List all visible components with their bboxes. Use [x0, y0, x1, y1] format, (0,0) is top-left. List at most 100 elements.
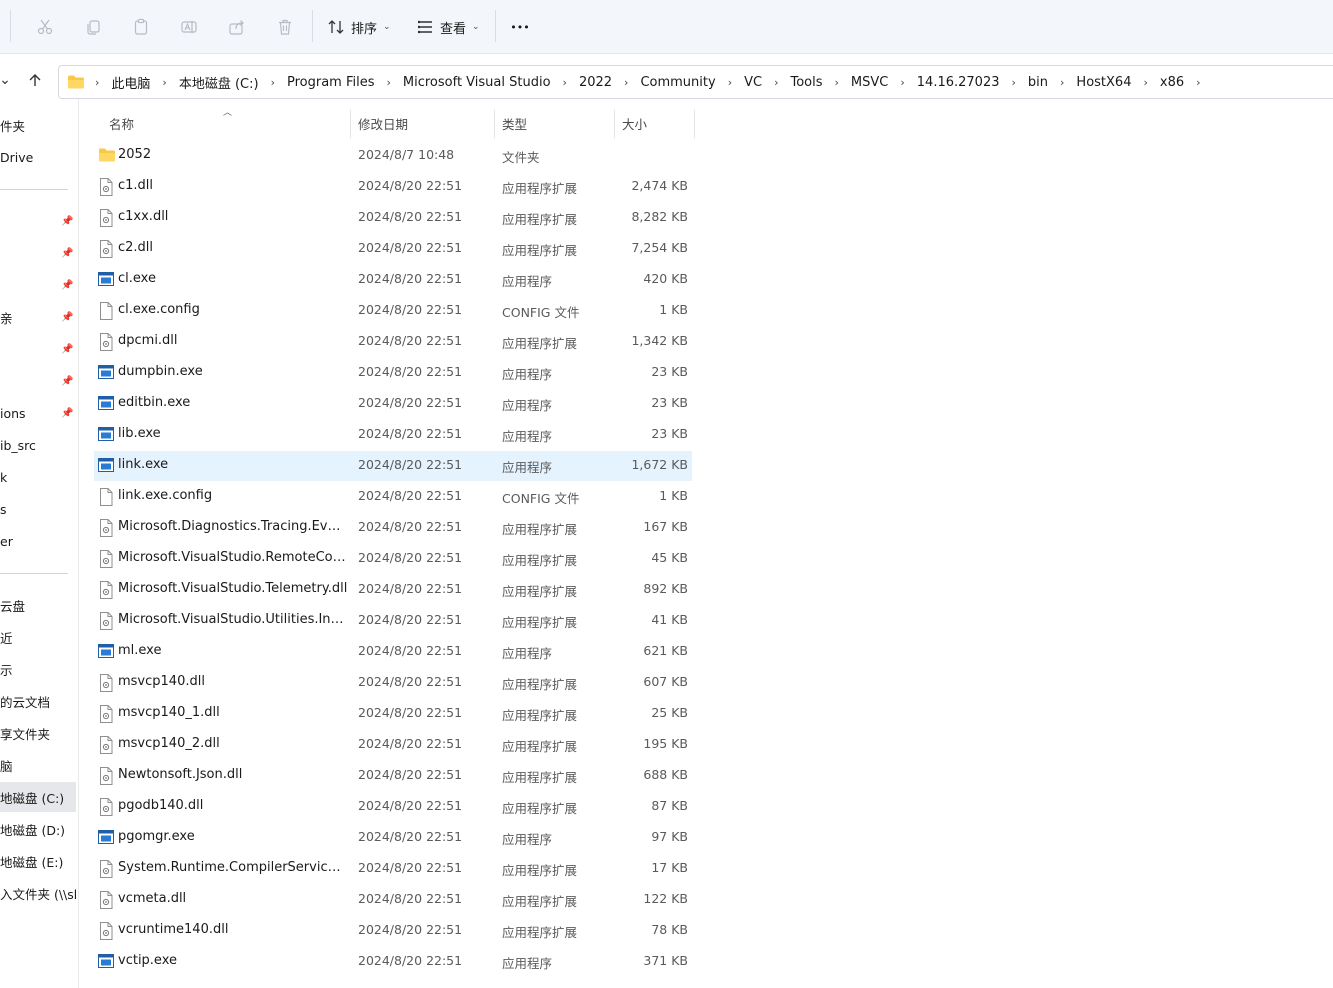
breadcrumb-item[interactable]: MSVC [851, 75, 888, 90]
pin-icon[interactable]: 📌 [61, 280, 73, 291]
breadcrumb-item[interactable]: Tools [790, 75, 822, 90]
breadcrumb-item[interactable]: Program Files [287, 75, 375, 90]
breadcrumb-chevron-icon[interactable]: › [612, 76, 640, 89]
copy-button[interactable] [80, 14, 106, 40]
view-button[interactable]: 查看 ⌄ [416, 14, 480, 40]
file-row[interactable]: editbin.exe 2024/8/20 22:51 应用程序 23 KB [94, 389, 692, 419]
file-row[interactable]: vcruntime140.dll 2024/8/20 22:51 应用程序扩展 78 … [94, 916, 692, 946]
breadcrumb-item[interactable]: HostX64 [1076, 75, 1131, 90]
breadcrumb-chevron-icon[interactable]: › [150, 76, 178, 89]
sidebar-item-drive-c[interactable]: 地磁盘 (C:) [0, 782, 76, 812]
file-row[interactable]: vctip.exe 2024/8/20 22:51 应用程序 371 KB [94, 947, 692, 977]
sidebar-item[interactable]: er [0, 526, 76, 556]
breadcrumb-item[interactable]: Microsoft Visual Studio [403, 75, 551, 90]
file-row[interactable]: 2052 2024/8/7 10:48 文件夹 [94, 141, 692, 171]
file-row[interactable]: Microsoft.VisualStudio.Utilities.Intern.… [94, 606, 692, 636]
pin-icon[interactable]: 📌 [61, 216, 73, 227]
rename-button[interactable] [176, 14, 202, 40]
sidebar-item-drive-e[interactable]: 地磁盘 (E:) [0, 846, 76, 876]
breadcrumb-chevron-icon[interactable]: › [259, 76, 287, 89]
breadcrumb-chevron-icon[interactable]: › [888, 76, 916, 89]
file-row[interactable]: c1xx.dll 2024/8/20 22:51 应用程序扩展 8,282 KB [94, 203, 692, 233]
sidebar-item-network-folder[interactable]: 入文件夹 (\\sha [0, 878, 76, 908]
breadcrumb-item[interactable]: 此电脑 [111, 73, 150, 92]
file-row[interactable]: pgodb140.dll 2024/8/20 22:51 应用程序扩展 87 KB [94, 792, 692, 822]
sidebar-item-drive[interactable]: Drive [0, 142, 76, 172]
column-resize-handle[interactable] [350, 110, 351, 138]
file-row[interactable]: dumpbin.exe 2024/8/20 22:51 应用程序 23 KB [94, 358, 692, 388]
column-resize-handle[interactable] [494, 110, 495, 138]
breadcrumb-chevron-icon[interactable]: › [551, 76, 579, 89]
recent-locations-chevron-icon[interactable]: ⌄ [0, 69, 16, 91]
sidebar-item-pinned[interactable]: ions 📌 [0, 398, 76, 428]
breadcrumb-item[interactable]: 14.16.27023 [917, 75, 1000, 90]
breadcrumb-item[interactable]: 2022 [579, 75, 612, 90]
breadcrumb-item[interactable]: VC [744, 75, 762, 90]
file-row[interactable]: c2.dll 2024/8/20 22:51 应用程序扩展 7,254 KB [94, 234, 692, 264]
breadcrumb-item[interactable]: 本地磁盘 (C:) [179, 73, 259, 92]
sidebar-item-pinned[interactable]: 📌 [0, 238, 76, 268]
pin-icon[interactable]: 📌 [61, 248, 73, 259]
file-row[interactable]: lib.exe 2024/8/20 22:51 应用程序 23 KB [94, 420, 692, 450]
sidebar-item-folder[interactable]: 件夹 [0, 110, 76, 140]
breadcrumb-chevron-icon[interactable]: › [823, 76, 851, 89]
file-row[interactable]: msvcp140_2.dll 2024/8/20 22:51 应用程序扩展 195 K… [94, 730, 692, 760]
paste-button[interactable] [128, 14, 154, 40]
sidebar-item-recent[interactable]: 近 [0, 622, 76, 652]
more-options-button[interactable]: ••• [509, 14, 531, 40]
file-row[interactable]: Microsoft.VisualStudio.Telemetry.dll 2024… [94, 575, 692, 605]
pin-icon[interactable]: 📌 [61, 344, 73, 355]
sidebar-item-pinned[interactable]: 📌 [0, 270, 76, 300]
breadcrumb-item[interactable]: Community [640, 75, 715, 90]
breadcrumb-chevron-icon[interactable]: › [1131, 76, 1159, 89]
sidebar-item-pinned[interactable]: 📌 [0, 334, 76, 364]
breadcrumb-chevron-icon[interactable]: › [762, 76, 790, 89]
sidebar-item[interactable]: 示 [0, 654, 76, 684]
file-row[interactable]: msvcp140_1.dll 2024/8/20 22:51 应用程序扩展 25 KB [94, 699, 692, 729]
sidebar-item[interactable]: k [0, 462, 76, 492]
file-row[interactable]: link.exe.config 2024/8/20 22:51 CONFIG 文件 1… [94, 482, 692, 512]
file-row[interactable]: ml.exe 2024/8/20 22:51 应用程序 621 KB [94, 637, 692, 667]
file-row[interactable]: System.Runtime.CompilerServices.Un... 202… [94, 854, 692, 884]
file-row[interactable]: dpcmi.dll 2024/8/20 22:51 应用程序扩展 1,342 KB [94, 327, 692, 357]
sidebar-item-cloud-drive[interactable]: 云盘 [0, 590, 76, 620]
sidebar-item-drive-d[interactable]: 地磁盘 (D:) [0, 814, 76, 844]
breadcrumb-item[interactable]: x86 [1160, 75, 1184, 90]
breadcrumb-chevron-icon[interactable]: › [1184, 76, 1212, 89]
sidebar-item-pinned[interactable]: 亲 📌 [0, 302, 76, 332]
up-arrow-icon[interactable] [24, 69, 46, 91]
sidebar-item-lib-src[interactable]: ib_src [0, 430, 76, 460]
address-bar[interactable]: › 此电脑 › 本地磁盘 (C:) › Program Files › Microsoft … [58, 65, 1333, 99]
file-row[interactable]: link.exe 2024/8/20 22:51 应用程序 1,672 KB [94, 451, 692, 481]
pin-icon[interactable]: 📌 [61, 312, 73, 323]
cut-button[interactable] [32, 14, 58, 40]
column-header-date[interactable]: 修改日期 [358, 114, 408, 133]
sidebar-item-this-pc[interactable]: 脑 [0, 750, 76, 780]
column-resize-handle[interactable] [614, 110, 615, 138]
file-row[interactable]: Microsoft.VisualStudio.RemoteContr... 202… [94, 544, 692, 574]
sidebar-item-cloud-docs[interactable]: 的云文档 [0, 686, 76, 716]
delete-button[interactable] [272, 14, 298, 40]
column-header-type[interactable]: 类型 [502, 114, 527, 133]
sidebar-item-shared-folder[interactable]: 享文件夹 [0, 718, 76, 748]
column-header-name[interactable]: 名称 [109, 114, 134, 133]
file-row[interactable]: Newtonsoft.Json.dll 2024/8/20 22:51 应用程序扩展… [94, 761, 692, 791]
sidebar-item[interactable]: s [0, 494, 76, 524]
file-row[interactable]: vcmeta.dll 2024/8/20 22:51 应用程序扩展 122 KB [94, 885, 692, 915]
file-row[interactable]: Microsoft.Diagnostics.Tracing.EventS... 2… [94, 513, 692, 543]
breadcrumb-chevron-icon[interactable]: › [95, 76, 99, 89]
breadcrumb-chevron-icon[interactable]: › [1048, 76, 1076, 89]
breadcrumb-chevron-icon[interactable]: › [374, 76, 402, 89]
share-button[interactable] [224, 14, 250, 40]
breadcrumb-chevron-icon[interactable]: › [716, 76, 744, 89]
sidebar-item-pinned[interactable]: 📌 [0, 366, 76, 396]
column-resize-handle[interactable] [694, 110, 695, 138]
file-row[interactable]: msvcp140.dll 2024/8/20 22:51 应用程序扩展 607 KB [94, 668, 692, 698]
file-row[interactable]: c1.dll 2024/8/20 22:51 应用程序扩展 2,474 KB [94, 172, 692, 202]
sort-button[interactable]: 排序 ⌄ [327, 14, 391, 40]
file-row[interactable]: cl.exe 2024/8/20 22:51 应用程序 420 KB [94, 265, 692, 295]
pin-icon[interactable]: 📌 [61, 408, 73, 419]
file-row[interactable]: pgomgr.exe 2024/8/20 22:51 应用程序 97 KB [94, 823, 692, 853]
sidebar-item-pinned[interactable]: 📌 [0, 206, 76, 236]
breadcrumb-item[interactable]: bin [1028, 75, 1048, 90]
